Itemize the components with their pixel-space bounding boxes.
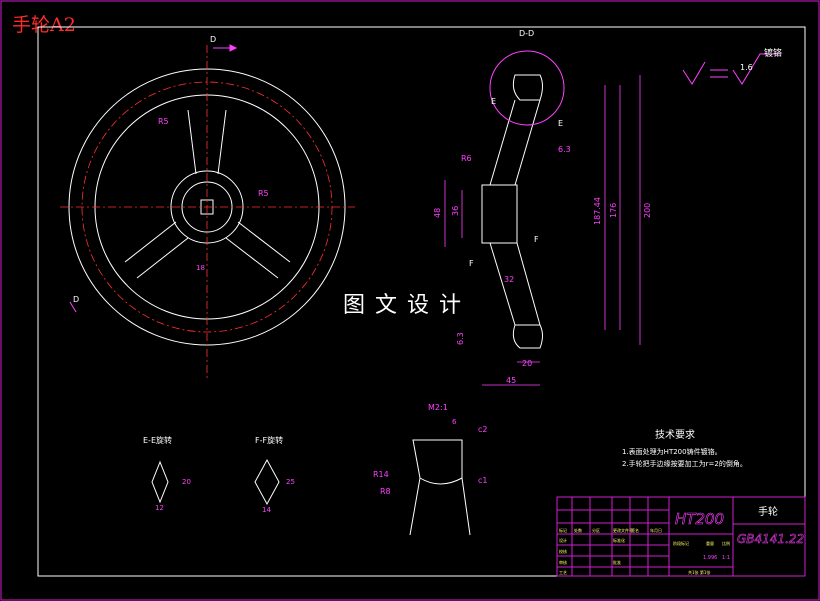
tb-scale-label: 比例 [722,540,730,546]
hub-section [481,184,518,244]
detail-profile [412,439,463,485]
spoke-upper [489,99,541,186]
dim-36: 36 [451,206,460,216]
label-f-left: F [469,259,474,268]
ee-dim-12: 12 [155,504,164,512]
finish-check-1 [682,61,706,85]
dim-176: 176 [609,203,618,218]
arrow-d-top-label: D [210,35,216,44]
tb-hdr-2: 处数 [574,527,582,533]
arrow-d-bottom-label: D [73,295,79,304]
tb-weight-label: 重量 [706,540,714,546]
tb-standard: GB4141.22 [737,532,804,546]
tb-scale-value: 1:1 [722,555,730,561]
drawing-canvas: 手轮A2 D D R5 R5 18 D-D E E F F R6 6.3 48 … [0,0,820,601]
finish-value: 1.6 [740,63,753,72]
section-ff-title: F-F旋转 [255,435,283,445]
detail-spoke [409,477,471,536]
detail-scale: M2:1 [428,403,448,412]
section-ee-shape [151,460,169,504]
section-d-arrows [69,44,238,313]
spoke-lower [489,242,541,326]
label-e-right: E [558,119,563,128]
tech-req-item-2: 2.手轮把手边缘按要加工为r=2的倒角。 [622,459,747,468]
tb-approve: 批准 [613,559,621,565]
tb-hdr-1: 标记 [559,527,567,533]
dim-63: 6.3 [456,332,465,345]
dim-200: 200 [643,203,652,218]
dim-20: 20 [522,359,532,368]
dim-r5-top: R5 [158,117,169,126]
dim-48: 48 [433,208,442,218]
tb-part-name: 手轮 [758,505,778,518]
tb-row-check: 校核 [559,548,567,554]
side-view [481,74,543,349]
detail-d6: 6 [452,418,457,426]
rim-bottom-profile [512,324,543,349]
tb-hdr-5: 签名 [631,527,639,533]
section-ff-shape [254,458,280,506]
detail-c2: c2 [478,425,488,434]
finish-mid: 6.3 [558,145,571,154]
tb-weight-value: 1.996 [703,555,717,561]
detail-c1: c1 [478,476,488,485]
tb-hdr-3: 分区 [592,527,600,533]
dim-r5-hub: R5 [258,189,269,198]
detail-circle [489,50,565,126]
section-ee-title: E-E旋转 [143,435,172,445]
tb-sheet-info: 共1张 第1张 [688,569,710,575]
ff-dim-25: 25 [286,478,295,486]
label-f-right: F [534,235,539,244]
tb-std-label: 标准化 [613,537,625,543]
dim-45: 45 [506,376,516,385]
tb-hdr-4: 更改文件号 [613,527,633,533]
d-arrowhead-top [229,44,238,52]
watermark-text: 图文设计 [340,287,475,319]
spoke-right [225,221,291,279]
detail-r14: R14 [373,470,389,479]
rim-top-profile [512,74,543,101]
tech-req-title: 技术要求 [655,428,695,441]
dim-18744: 187.44 [593,197,602,225]
tb-row-process: 工艺 [559,570,567,575]
section-dd-title: D-D [519,29,534,38]
ee-dim-20: 20 [182,478,191,486]
dim-keyway: 18 [196,264,205,272]
detail-r8: R8 [380,487,391,496]
tb-row-design: 设计 [559,537,567,543]
label-e-left: E [491,97,496,106]
dim-r6: R6 [461,154,472,163]
dim-32: 32 [504,275,514,284]
ff-dim-14: 14 [262,506,271,514]
spoke-left [124,221,189,279]
tb-row-review: 审核 [559,559,567,565]
tb-material: HT200 [675,510,724,528]
finish-note: 镀铬 [764,47,782,59]
tech-req-item-1: 1.表面处理为HT200铸件镀铬。 [622,447,722,456]
tb-hdr-6: 年月日 [650,527,662,533]
tb-stage-label: 阶段标记 [673,540,689,546]
